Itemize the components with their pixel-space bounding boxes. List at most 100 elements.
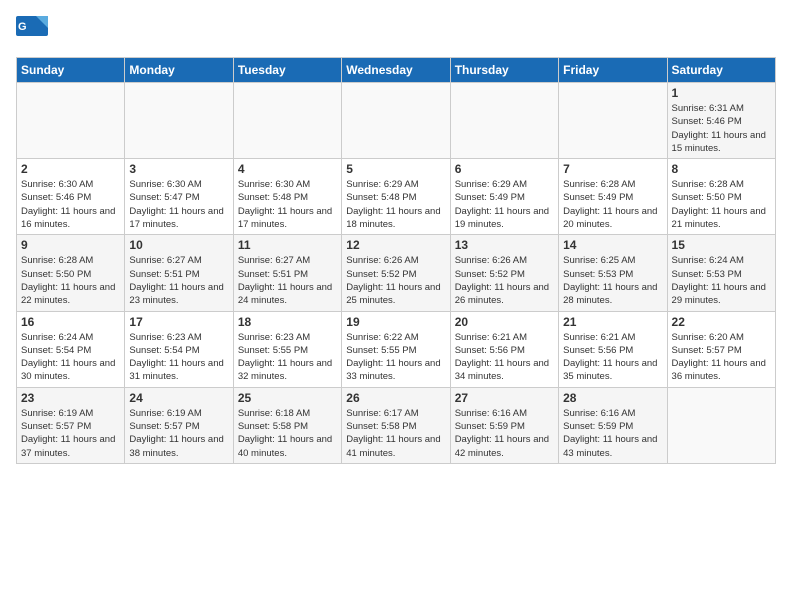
weekday-header-wednesday: Wednesday (342, 58, 450, 83)
weekday-header-friday: Friday (559, 58, 667, 83)
day-number: 28 (563, 391, 662, 405)
day-cell (233, 83, 341, 159)
week-row-1: 1Sunrise: 6:31 AM Sunset: 5:46 PM Daylig… (17, 83, 776, 159)
day-cell: 23 Sunrise: 6:19 AM Sunset: 5:57 PM Dayli… (17, 387, 125, 463)
day-info: Sunrise: 6:27 AM Sunset: 5:51 PM Dayligh… (129, 254, 228, 307)
day-info: Sunrise: 6:28 AM Sunset: 5:50 PM Dayligh… (21, 254, 120, 307)
day-cell: 24 Sunrise: 6:19 AM Sunset: 5:57 PM Dayli… (125, 387, 233, 463)
day-cell: 9 Sunrise: 6:28 AM Sunset: 5:50 PM Daylig… (17, 235, 125, 311)
day-cell: 21 Sunrise: 6:21 AM Sunset: 5:56 PM Dayli… (559, 311, 667, 387)
day-cell (667, 387, 775, 463)
day-cell: 18 Sunrise: 6:23 AM Sunset: 5:55 PM Dayli… (233, 311, 341, 387)
day-info: Sunrise: 6:26 AM Sunset: 5:52 PM Dayligh… (455, 254, 554, 307)
day-info: Sunrise: 6:28 AM Sunset: 5:50 PM Dayligh… (672, 178, 771, 231)
day-number: 24 (129, 391, 228, 405)
day-info: Sunrise: 6:20 AM Sunset: 5:57 PM Dayligh… (672, 331, 771, 384)
day-cell: 11 Sunrise: 6:27 AM Sunset: 5:51 PM Dayli… (233, 235, 341, 311)
day-cell: 8 Sunrise: 6:28 AM Sunset: 5:50 PM Daylig… (667, 159, 775, 235)
day-info: Sunrise: 6:24 AM Sunset: 5:54 PM Dayligh… (21, 331, 120, 384)
day-number: 25 (238, 391, 337, 405)
day-info: Sunrise: 6:22 AM Sunset: 5:55 PM Dayligh… (346, 331, 445, 384)
day-cell: 12Sunrise: 6:26 AM Sunset: 5:52 PM Dayli… (342, 235, 450, 311)
day-info: Sunrise: 6:30 AM Sunset: 5:47 PM Dayligh… (129, 178, 228, 231)
week-row-4: 16 Sunrise: 6:24 AM Sunset: 5:54 PM Dayli… (17, 311, 776, 387)
day-info: Sunrise: 6:28 AM Sunset: 5:49 PM Dayligh… (563, 178, 662, 231)
day-info: Sunrise: 6:21 AM Sunset: 5:56 PM Dayligh… (563, 331, 662, 384)
day-info: Sunrise: 6:29 AM Sunset: 5:48 PM Dayligh… (346, 178, 445, 231)
weekday-header-monday: Monday (125, 58, 233, 83)
day-cell: 20Sunrise: 6:21 AM Sunset: 5:56 PM Dayli… (450, 311, 558, 387)
day-number: 7 (563, 162, 662, 176)
day-info: Sunrise: 6:16 AM Sunset: 5:59 PM Dayligh… (455, 407, 554, 460)
day-number: 6 (455, 162, 554, 176)
day-cell (17, 83, 125, 159)
day-cell (559, 83, 667, 159)
day-number: 3 (129, 162, 228, 176)
week-row-2: 2 Sunrise: 6:30 AM Sunset: 5:46 PM Daylig… (17, 159, 776, 235)
day-cell: 2 Sunrise: 6:30 AM Sunset: 5:46 PM Daylig… (17, 159, 125, 235)
day-cell: 13 Sunrise: 6:26 AM Sunset: 5:52 PM Dayli… (450, 235, 558, 311)
day-number: 18 (238, 315, 337, 329)
day-number: 20 (455, 315, 554, 329)
header: G (16, 16, 776, 49)
day-info: Sunrise: 6:29 AM Sunset: 5:49 PM Dayligh… (455, 178, 554, 231)
day-number: 22 (672, 315, 771, 329)
day-cell: 6 Sunrise: 6:29 AM Sunset: 5:49 PM Daylig… (450, 159, 558, 235)
day-cell: 1Sunrise: 6:31 AM Sunset: 5:46 PM Daylig… (667, 83, 775, 159)
day-number: 2 (21, 162, 120, 176)
day-info: Sunrise: 6:30 AM Sunset: 5:46 PM Dayligh… (21, 178, 120, 231)
logo: G (16, 16, 52, 49)
day-cell: 17 Sunrise: 6:23 AM Sunset: 5:54 PM Dayli… (125, 311, 233, 387)
logo-mark: G (16, 16, 48, 49)
week-row-3: 9 Sunrise: 6:28 AM Sunset: 5:50 PM Daylig… (17, 235, 776, 311)
day-info: Sunrise: 6:18 AM Sunset: 5:58 PM Dayligh… (238, 407, 337, 460)
day-number: 13 (455, 238, 554, 252)
day-cell: 3 Sunrise: 6:30 AM Sunset: 5:47 PM Daylig… (125, 159, 233, 235)
day-cell: 14 Sunrise: 6:25 AM Sunset: 5:53 PM Dayli… (559, 235, 667, 311)
day-cell: 19 Sunrise: 6:22 AM Sunset: 5:55 PM Dayli… (342, 311, 450, 387)
day-cell: 15 Sunrise: 6:24 AM Sunset: 5:53 PM Dayli… (667, 235, 775, 311)
day-number: 16 (21, 315, 120, 329)
weekday-header-thursday: Thursday (450, 58, 558, 83)
day-number: 9 (21, 238, 120, 252)
weekday-header-saturday: Saturday (667, 58, 775, 83)
day-info: Sunrise: 6:19 AM Sunset: 5:57 PM Dayligh… (21, 407, 120, 460)
day-number: 11 (238, 238, 337, 252)
day-number: 10 (129, 238, 228, 252)
day-cell: 22 Sunrise: 6:20 AM Sunset: 5:57 PM Dayli… (667, 311, 775, 387)
day-number: 27 (455, 391, 554, 405)
day-cell: 4 Sunrise: 6:30 AM Sunset: 5:48 PM Daylig… (233, 159, 341, 235)
day-number: 4 (238, 162, 337, 176)
day-info: Sunrise: 6:23 AM Sunset: 5:55 PM Dayligh… (238, 331, 337, 384)
day-number: 23 (21, 391, 120, 405)
weekday-header-row: SundayMondayTuesdayWednesdayThursdayFrid… (17, 58, 776, 83)
day-cell: 25 Sunrise: 6:18 AM Sunset: 5:58 PM Dayli… (233, 387, 341, 463)
day-number: 17 (129, 315, 228, 329)
day-cell: 26Sunrise: 6:17 AM Sunset: 5:58 PM Dayli… (342, 387, 450, 463)
day-number: 5 (346, 162, 445, 176)
day-number: 8 (672, 162, 771, 176)
day-info: Sunrise: 6:23 AM Sunset: 5:54 PM Dayligh… (129, 331, 228, 384)
day-number: 15 (672, 238, 771, 252)
day-cell (450, 83, 558, 159)
calendar: SundayMondayTuesdayWednesdayThursdayFrid… (16, 57, 776, 464)
svg-text:G: G (18, 21, 27, 33)
day-number: 19 (346, 315, 445, 329)
weekday-header-sunday: Sunday (17, 58, 125, 83)
day-info: Sunrise: 6:19 AM Sunset: 5:57 PM Dayligh… (129, 407, 228, 460)
day-info: Sunrise: 6:16 AM Sunset: 5:59 PM Dayligh… (563, 407, 662, 460)
day-cell (342, 83, 450, 159)
weekday-header-tuesday: Tuesday (233, 58, 341, 83)
day-info: Sunrise: 6:25 AM Sunset: 5:53 PM Dayligh… (563, 254, 662, 307)
day-info: Sunrise: 6:24 AM Sunset: 5:53 PM Dayligh… (672, 254, 771, 307)
week-row-5: 23 Sunrise: 6:19 AM Sunset: 5:57 PM Dayli… (17, 387, 776, 463)
day-info: Sunrise: 6:27 AM Sunset: 5:51 PM Dayligh… (238, 254, 337, 307)
day-number: 1 (672, 86, 771, 100)
day-cell: 5 Sunrise: 6:29 AM Sunset: 5:48 PM Daylig… (342, 159, 450, 235)
day-cell: 16 Sunrise: 6:24 AM Sunset: 5:54 PM Dayli… (17, 311, 125, 387)
day-info: Sunrise: 6:30 AM Sunset: 5:48 PM Dayligh… (238, 178, 337, 231)
day-number: 21 (563, 315, 662, 329)
day-cell (125, 83, 233, 159)
day-number: 14 (563, 238, 662, 252)
day-number: 26 (346, 391, 445, 405)
